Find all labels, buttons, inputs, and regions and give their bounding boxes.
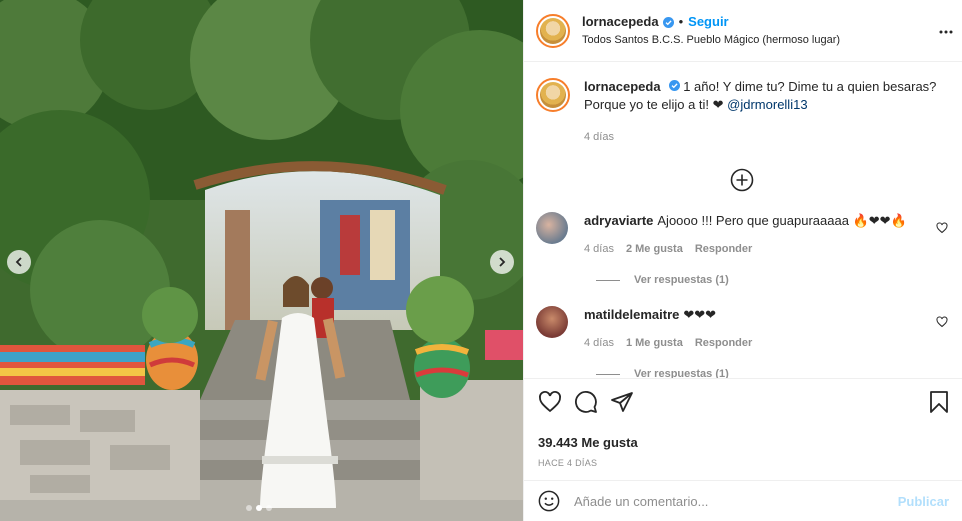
- load-more-comments-icon[interactable]: [730, 168, 754, 192]
- comment-icon[interactable]: [574, 390, 598, 414]
- comment-text: Ajoooo !!! Pero que guapuraaaaa 🔥❤❤🔥: [657, 213, 907, 228]
- more-options-icon[interactable]: [938, 24, 954, 40]
- carousel-dot: [266, 505, 272, 511]
- author-info: lornacepeda • Seguir Todos Santos B.C.S.…: [582, 14, 840, 47]
- view-replies-label: Ver respuestas (1): [634, 274, 729, 286]
- author-username[interactable]: lornacepeda: [582, 14, 659, 31]
- commenter-username[interactable]: adryaviarte: [584, 213, 653, 228]
- comment-likes[interactable]: 2 Me gusta: [626, 240, 683, 258]
- chevron-left-icon: [15, 257, 22, 267]
- avatar-image: [540, 17, 566, 44]
- comment-time[interactable]: 4 días: [584, 334, 614, 352]
- comment-item: matildelemaitre ❤❤❤ 4 días 1 Me gusta Res…: [536, 306, 948, 352]
- post-actions: 39.443 Me gusta HACE 4 DÍAS: [524, 378, 962, 468]
- replies-line: [596, 373, 620, 375]
- caption-username[interactable]: lornacepeda: [584, 79, 661, 94]
- view-replies-button[interactable]: Ver respuestas (1): [596, 274, 948, 286]
- like-comment-icon[interactable]: [936, 316, 948, 328]
- publish-button[interactable]: Publicar: [898, 494, 949, 509]
- carousel-indicator: [246, 505, 272, 511]
- like-comment-icon[interactable]: [936, 222, 948, 234]
- post-panel: lornacepeda • Seguir Todos Santos B.C.S.…: [523, 0, 962, 521]
- post-photo[interactable]: [0, 0, 523, 521]
- share-icon[interactable]: [610, 390, 634, 414]
- separator-dot: •: [678, 13, 684, 29]
- like-icon[interactable]: [538, 390, 562, 414]
- emoji-icon[interactable]: [538, 490, 560, 512]
- next-slide-button[interactable]: [490, 250, 514, 274]
- comment-text: ❤❤❤: [683, 307, 717, 322]
- verified-badge-icon: [662, 16, 674, 28]
- post-header: lornacepeda • Seguir Todos Santos B.C.S.…: [524, 0, 962, 62]
- commenter-avatar[interactable]: [536, 306, 568, 338]
- commenter-avatar[interactable]: [536, 212, 568, 244]
- previous-slide-button[interactable]: [7, 250, 31, 274]
- caption-time[interactable]: 4 días: [584, 128, 614, 146]
- reply-button[interactable]: Responder: [695, 334, 752, 352]
- author-avatar[interactable]: [536, 78, 570, 112]
- photo-image: [0, 0, 523, 521]
- post-timestamp[interactable]: HACE 4 DÍAS: [538, 458, 951, 468]
- view-replies-label: Ver respuestas (1): [634, 368, 729, 378]
- commenter-username[interactable]: matildelemaitre: [584, 307, 679, 322]
- replies-line: [596, 279, 620, 281]
- author-avatar[interactable]: [536, 13, 570, 48]
- verified-badge-icon: [668, 80, 680, 91]
- carousel-dot-active: [256, 505, 262, 511]
- comments-list[interactable]: lornacepeda 1 año! Y dime tu? Dime tu a …: [524, 62, 962, 378]
- save-bookmark-icon[interactable]: [927, 390, 951, 414]
- post-caption: lornacepeda 1 año! Y dime tu? Dime tu a …: [536, 78, 948, 146]
- comment-item: adryaviarte Ajoooo !!! Pero que guapuraaa…: [536, 212, 948, 258]
- comment-time[interactable]: 4 días: [584, 240, 614, 258]
- follow-button[interactable]: Seguir: [688, 14, 728, 31]
- view-replies-button[interactable]: Ver respuestas (1): [596, 368, 948, 378]
- comment-likes[interactable]: 1 Me gusta: [626, 334, 683, 352]
- comment-input[interactable]: [574, 493, 898, 509]
- carousel-dot: [246, 505, 252, 511]
- caption-mention[interactable]: @jdrmorelli13: [727, 97, 807, 112]
- likes-count[interactable]: 39.443 Me gusta: [538, 435, 951, 450]
- chevron-right-icon: [499, 257, 506, 267]
- avatar-image: [540, 82, 566, 108]
- comment-composer: Publicar: [524, 480, 962, 521]
- reply-button[interactable]: Responder: [695, 240, 752, 258]
- post-location[interactable]: Todos Santos B.C.S. Pueblo Mágico (hermo…: [582, 33, 840, 47]
